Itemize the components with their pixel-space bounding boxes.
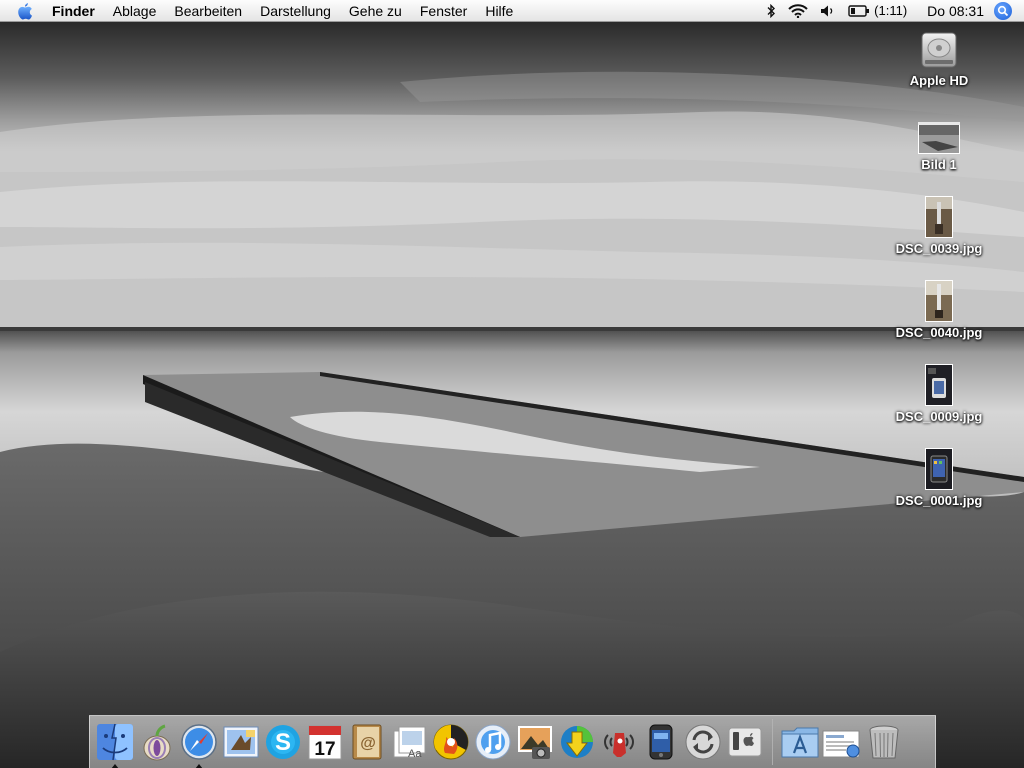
safari-icon xyxy=(181,724,217,760)
applications-folder-icon xyxy=(781,727,819,758)
dock-separator xyxy=(772,719,773,765)
burn-icon xyxy=(433,724,469,760)
dock-item-applications[interactable] xyxy=(779,721,821,763)
desktop-icon-dsc-0001[interactable]: DSC_0001.jpg xyxy=(889,448,989,508)
dock-item-iphoto[interactable] xyxy=(514,721,556,763)
spotlight-icon[interactable] xyxy=(994,1,1012,20)
photo-thumbnail-icon xyxy=(925,280,953,322)
menu-darstellung[interactable]: Darstellung xyxy=(251,0,340,22)
battery-status[interactable]: (1:11) xyxy=(842,0,913,22)
ical-icon: 17 xyxy=(308,725,342,760)
desktop-icon-dsc-0009[interactable]: DSC_0009.jpg xyxy=(889,364,989,424)
desktop-icon-label: Apple HD xyxy=(909,73,969,88)
volume-icon[interactable] xyxy=(814,0,842,22)
tor-icon xyxy=(143,724,171,761)
svg-text:@: @ xyxy=(360,735,376,752)
dock-item-downloader[interactable] xyxy=(556,721,598,763)
dock-item-mail[interactable] xyxy=(220,721,262,763)
desktop-icon-label: DSC_0040.jpg xyxy=(895,325,983,340)
mail-icon xyxy=(223,726,259,758)
dock-item-iphone-app[interactable] xyxy=(640,721,682,763)
iphoto-icon xyxy=(518,726,552,759)
skype-icon: S xyxy=(266,725,300,759)
dock-item-preview[interactable]: Aa xyxy=(388,721,430,763)
desktop-icon-label: DSC_0039.jpg xyxy=(895,241,983,256)
desktop-icon-apple-hd[interactable]: Apple HD xyxy=(889,28,989,88)
svg-text:S: S xyxy=(275,729,291,756)
apple-menu-icon[interactable] xyxy=(15,1,35,21)
address-book-icon: @ xyxy=(352,724,382,760)
hard-drive-icon xyxy=(920,28,958,70)
finder-icon xyxy=(97,723,133,761)
dock-item-ical[interactable]: 17 xyxy=(304,721,346,763)
dock-item-documents[interactable] xyxy=(821,721,863,763)
dock-item-signal[interactable] xyxy=(598,721,640,763)
dock-item-burn[interactable] xyxy=(430,721,472,763)
menu-extras: (1:11) Do 08:31 xyxy=(760,0,1024,22)
dock-item-itunes[interactable] xyxy=(472,721,514,763)
signal-icon xyxy=(604,733,634,757)
photo-thumbnail-icon xyxy=(925,196,953,238)
downloader-icon xyxy=(561,726,593,758)
menu-hilfe[interactable]: Hilfe xyxy=(476,0,522,22)
menu-gehe-zu[interactable]: Gehe zu xyxy=(340,0,411,22)
menu-bar: Finder Ablage Bearbeiten Darstellung Geh… xyxy=(0,0,1024,22)
desktop-icon-label: DSC_0001.jpg xyxy=(895,493,983,508)
preview-icon: Aa xyxy=(393,726,426,760)
dock-item-tor[interactable] xyxy=(136,721,178,763)
ical-day: 17 xyxy=(314,739,335,760)
battery-time: (1:11) xyxy=(874,3,908,18)
svg-text:Aa: Aa xyxy=(408,748,422,760)
desktop-icon-dsc-0040[interactable]: DSC_0040.jpg xyxy=(889,280,989,340)
dock-item-trash[interactable] xyxy=(863,721,905,763)
desktop[interactable] xyxy=(0,22,1024,768)
menu-clock[interactable]: Do 08:31 xyxy=(913,3,994,19)
running-indicator xyxy=(195,764,203,768)
dock-item-address-book[interactable]: @ xyxy=(346,721,388,763)
wallpaper-image xyxy=(0,22,1024,768)
desktop-icon-label: Bild 1 xyxy=(921,157,957,172)
desktop-icon-dsc-0039[interactable]: DSC_0039.jpg xyxy=(889,196,989,256)
iphone-config-icon xyxy=(728,727,762,757)
photo-thumbnail-icon xyxy=(925,448,953,490)
trash-icon xyxy=(869,725,899,759)
documents-stack-icon xyxy=(822,730,860,758)
dock: S 17 @ Aa xyxy=(89,715,936,768)
iphone-app-icon xyxy=(649,724,673,760)
dock-item-safari[interactable] xyxy=(178,721,220,768)
menu-finder[interactable]: Finder xyxy=(43,0,104,22)
sync-icon xyxy=(685,724,721,760)
desktop-icon-bild-1[interactable]: Bild 1 xyxy=(889,112,989,172)
wifi-icon[interactable] xyxy=(782,0,814,22)
battery-icon xyxy=(848,4,870,17)
itunes-icon xyxy=(475,724,511,760)
dock-item-finder[interactable] xyxy=(94,721,136,768)
menu-bearbeiten[interactable]: Bearbeiten xyxy=(165,0,251,22)
menu-fenster[interactable]: Fenster xyxy=(411,0,476,22)
desktop-icon-label: DSC_0009.jpg xyxy=(895,409,983,424)
bluetooth-icon[interactable] xyxy=(760,0,782,22)
running-indicator xyxy=(111,764,119,768)
dock-item-sync[interactable] xyxy=(682,721,724,763)
menu-ablage[interactable]: Ablage xyxy=(104,0,166,22)
dock-item-skype[interactable]: S xyxy=(262,721,304,763)
dock-item-iphone-config[interactable] xyxy=(724,721,766,763)
screenshot-thumbnail-icon xyxy=(918,112,960,154)
photo-thumbnail-icon xyxy=(925,364,953,406)
